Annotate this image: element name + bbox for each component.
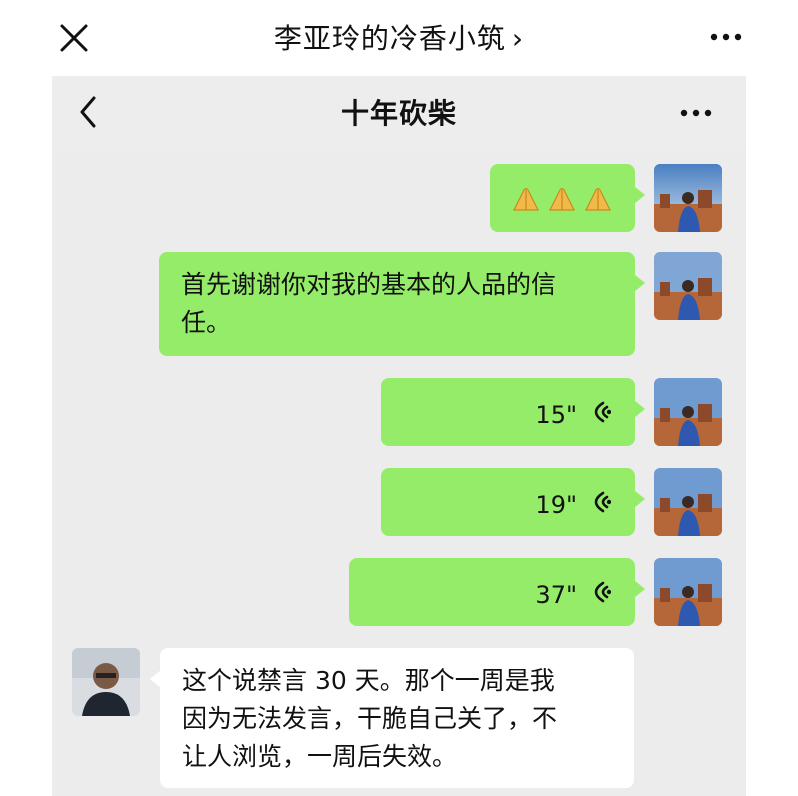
outer-header: 李亚玲的冷香小筑 › <box>0 0 798 76</box>
chat-title: 十年砍柴 <box>340 97 457 130</box>
message-text: 这个说禁言 30 天。那个一周是我 因为无法发言，干脆自己关了，不 让人浏览，一… <box>182 666 558 771</box>
emoji-row <box>510 184 614 214</box>
more-dots-icon[interactable] <box>676 98 716 128</box>
chat-screenshot: 十年砍柴 首先谢谢你对我的基本的人品的信 任。 15" 19" 37" 这个说禁… <box>52 76 746 796</box>
page-title-link[interactable]: 李亚玲的冷香小筑 › <box>0 17 798 57</box>
voice-wave-icon <box>594 491 611 513</box>
voice-duration: 37" <box>535 581 577 609</box>
message-text: 首先谢谢你对我的基本的人品的信 任。 <box>181 270 557 337</box>
voice-wave-icon <box>594 401 611 423</box>
avatar-self[interactable] <box>654 558 722 626</box>
more-dots-icon[interactable] <box>706 22 746 52</box>
message-bubble-received[interactable]: 这个说禁言 30 天。那个一周是我 因为无法发言，干脆自己关了，不 让人浏览，一… <box>150 648 634 788</box>
chat-header: 十年砍柴 <box>52 76 746 150</box>
voice-message[interactable]: 19" <box>381 468 645 536</box>
voice-message[interactable]: 37" <box>349 558 645 626</box>
voice-duration: 19" <box>535 491 577 519</box>
voice-message[interactable]: 15" <box>381 378 645 446</box>
praying-hands-emoji <box>585 187 611 211</box>
avatar-self[interactable] <box>654 468 722 536</box>
praying-hands-emoji <box>549 187 575 211</box>
avatar-contact[interactable] <box>72 648 140 716</box>
avatar-self[interactable] <box>654 164 722 232</box>
chevron-right-icon: › <box>511 22 525 55</box>
voice-duration: 15" <box>535 401 577 429</box>
voice-wave-icon <box>594 581 611 603</box>
page-title: 李亚玲的冷香小筑 <box>273 22 506 55</box>
praying-hands-emoji <box>513 187 539 211</box>
avatar-self[interactable] <box>654 378 722 446</box>
message-bubble-emoji[interactable] <box>490 164 645 232</box>
avatar-self[interactable] <box>654 252 722 320</box>
message-bubble-text[interactable]: 首先谢谢你对我的基本的人品的信 任。 <box>159 252 645 356</box>
